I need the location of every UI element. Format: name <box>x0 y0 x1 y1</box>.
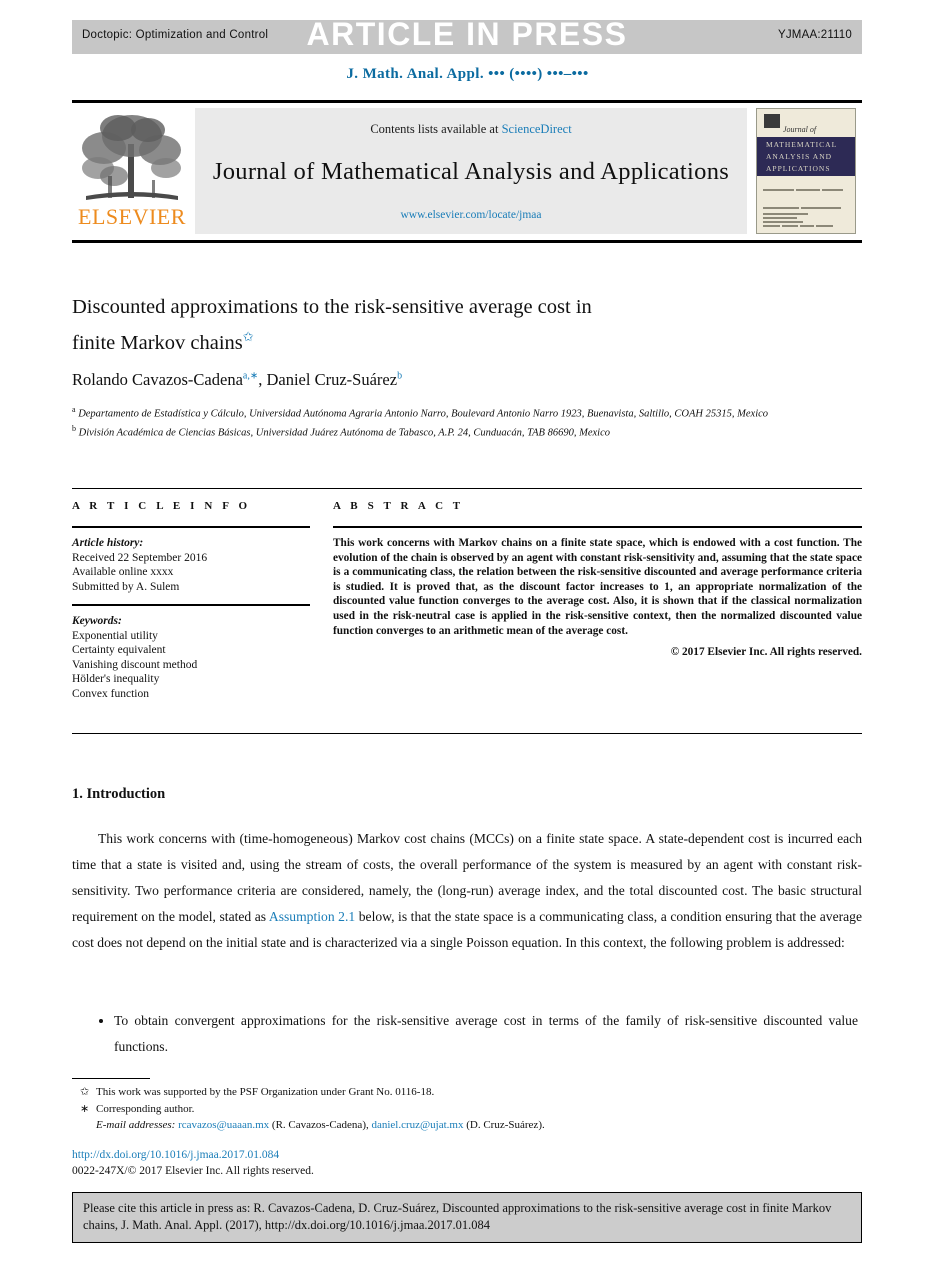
citation-notice-box: Please cite this article in press as: R.… <box>72 1192 862 1243</box>
email-link-1[interactable]: rcavazos@uaaan.mx <box>178 1119 269 1131</box>
citation-notice-text: Please cite this article in press as: R.… <box>83 1201 832 1232</box>
abstract-text: This work concerns with Markov chains on… <box>333 537 862 637</box>
issn-copyright-line: 0022-247X/© 2017 Elsevier Inc. All right… <box>72 1165 314 1177</box>
info-section-bottom-rule <box>72 733 862 734</box>
footnote-emails: E-mail addresses: rcavazos@uaaan.mx (R. … <box>72 1117 862 1134</box>
article-history-block: Article history: Received 22 September 2… <box>72 536 310 594</box>
journal-cover-thumbnail: Journal of MATHEMATICAL ANALYSIS AND APP… <box>756 108 856 234</box>
author-1-affil-mark[interactable]: a,∗ <box>243 371 258 382</box>
journal-title: Journal of Mathematical Analysis and App… <box>212 158 730 185</box>
cover-footer-lines <box>763 213 849 227</box>
history-item: Submitted by A. Sulem <box>72 580 180 593</box>
author-2: , Daniel Cruz-Suárez <box>258 370 398 389</box>
footnote-grant-text: This work was supported by the PSF Organ… <box>96 1086 435 1098</box>
article-in-press-band: Doctopic: Optimization and Control ARTIC… <box>72 16 862 54</box>
email-name-1: (R. Cavazos-Cadena), <box>271 1119 369 1131</box>
email-link-2[interactable]: daniel.cruz@ujat.mx <box>371 1119 463 1131</box>
affiliations: a Departamento de Estadística y Cálculo,… <box>72 403 772 441</box>
email-addresses-label: E-mail addresses: <box>96 1119 176 1131</box>
problem-bullet-list: To obtain convergent approximations for … <box>96 1008 858 1060</box>
article-page: Doctopic: Optimization and Control ARTIC… <box>0 0 935 1266</box>
masthead-top-rule <box>72 100 862 103</box>
contents-prefix: Contents lists available at <box>370 122 502 136</box>
elsevier-wordmark: ELSEVIER <box>78 204 186 229</box>
elsevier-tree-icon <box>82 115 181 200</box>
cover-elsevier-mark-icon <box>764 114 780 128</box>
cover-script-text: Journal of <box>783 125 817 134</box>
keyword-item: Convex function <box>72 687 149 700</box>
elsevier-logo: ELSEVIER <box>72 108 192 234</box>
keyword-item: Certainty equivalent <box>72 644 166 656</box>
abstract-heading: A B S T R A C T <box>333 500 464 512</box>
abstract-copyright: © 2017 Elsevier Inc. All rights reserved… <box>670 646 862 659</box>
affiliation-a-text: Departamento de Estadística y Cálculo, U… <box>78 408 769 420</box>
title-line-1: Discounted approximations to the risk-se… <box>72 296 592 318</box>
journal-url-link[interactable]: www.elsevier.com/locate/jmaa <box>195 209 747 221</box>
masthead-bottom-rule <box>72 240 862 243</box>
info-rule-1 <box>72 526 310 528</box>
footnote-corresponding: ∗ Corresponding author. <box>72 1101 862 1118</box>
article-info-heading: A R T I C L E I N F O <box>72 500 251 512</box>
history-item: Received 22 September 2016 <box>72 551 208 564</box>
article-info-column: A R T I C L E I N F O Article history: R… <box>72 500 310 701</box>
history-item: Available online xxxx <box>72 566 174 578</box>
abstract-column: A B S T R A C T This work concerns with … <box>333 500 862 658</box>
running-head: J. Math. Anal. Appl. ••• (••••) •••–••• <box>346 66 589 82</box>
affiliation-a: a Departamento de Estadística y Cálculo,… <box>72 403 772 422</box>
footnote-asterisk-mark: ∗ <box>80 1102 90 1115</box>
bullet-list-ul: To obtain convergent approximations for … <box>96 1008 858 1060</box>
keyword-item: Hölder's inequality <box>72 673 160 685</box>
page-title: Discounted approximations to the risk-se… <box>72 292 772 358</box>
author-2-affil-mark[interactable]: b <box>397 371 402 382</box>
journal-masthead: ELSEVIER Contents lists available at Sci… <box>72 108 862 234</box>
info-rule-2 <box>72 604 310 606</box>
cover-title-line1: MATHEMATICAL <box>766 140 838 149</box>
title-line-2: finite Markov chains <box>72 331 243 354</box>
cover-title-line2: ANALYSIS AND <box>766 152 833 161</box>
list-item: To obtain convergent approximations for … <box>114 1008 858 1060</box>
article-in-press-text: ARTICLE IN PRESS <box>306 16 628 52</box>
keyword-item: Exponential utility <box>72 629 158 642</box>
doi-link[interactable]: http://dx.doi.org/10.1016/j.jmaa.2017.01… <box>72 1147 314 1163</box>
info-section-top-rule <box>72 488 862 489</box>
footnote-star-mark: ✩ <box>80 1086 90 1098</box>
section-heading-introduction: 1. Introduction <box>72 786 166 802</box>
footnote-grant: ✩ This work was supported by the PSF Orga… <box>72 1084 862 1101</box>
abstract-rule <box>333 526 862 528</box>
affiliation-a-mark: a <box>72 405 76 414</box>
article-history-label: Article history: <box>72 537 144 549</box>
sciencedirect-link[interactable]: ScienceDirect <box>502 122 572 136</box>
email-name-2: (D. Cruz-Suárez). <box>466 1119 545 1131</box>
author-list: Rolando Cavazos-Cadenaa,∗, Daniel Cruz-S… <box>72 370 832 390</box>
footnotes-block: ✩ This work was supported by the PSF Orga… <box>72 1084 862 1134</box>
footnote-separator-rule <box>72 1078 150 1079</box>
affiliation-b: b División Académica de Ciencias Básicas… <box>72 422 772 441</box>
introduction-paragraph: This work concerns with (time-homogeneou… <box>72 826 862 956</box>
affiliation-b-mark: b <box>72 424 76 433</box>
affiliation-b-text: División Académica de Ciencias Básicas, … <box>78 427 610 439</box>
title-footnote-mark[interactable]: ✩ <box>243 329 254 344</box>
keywords-label: Keywords: <box>72 615 122 627</box>
pii-label: YJMAA:21110 <box>777 29 852 41</box>
footnote-corresponding-text: Corresponding author. <box>96 1102 195 1115</box>
author-1: Rolando Cavazos-Cadena <box>72 370 243 389</box>
keywords-block: Keywords: Exponential utility Certainty … <box>72 614 310 701</box>
assumption-link[interactable]: Assumption 2.1 <box>269 909 355 924</box>
cover-title-band: MATHEMATICAL ANALYSIS AND APPLICATIONS <box>757 137 855 176</box>
keyword-item: Vanishing discount method <box>72 658 198 671</box>
cover-title-line3: APPLICATIONS <box>766 164 831 173</box>
contents-list-line: Contents lists available at ScienceDirec… <box>195 122 747 137</box>
doi-block: http://dx.doi.org/10.1016/j.jmaa.2017.01… <box>72 1147 314 1179</box>
